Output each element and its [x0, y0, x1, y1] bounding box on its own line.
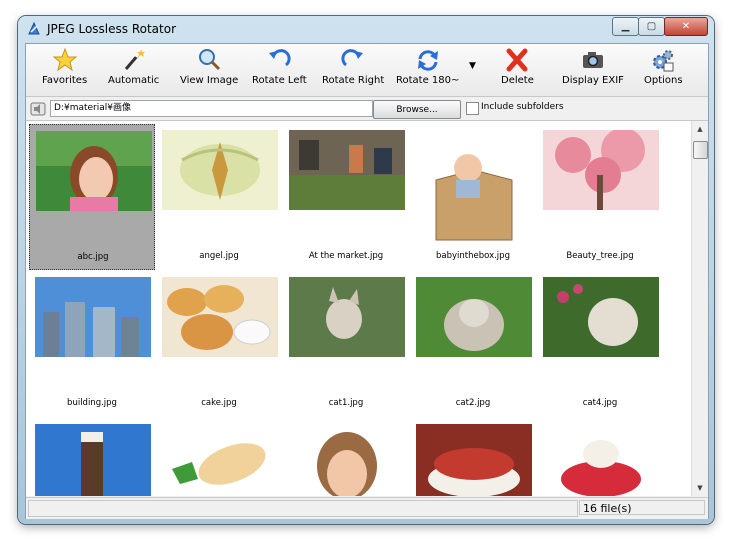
thumbnail-name: cat4.jpg — [582, 398, 618, 408]
rotate-right-label: Rotate Right — [322, 75, 385, 86]
thumbnail-cell[interactable]: abc.jpg — [29, 124, 155, 270]
thumbnail-image — [289, 424, 405, 496]
favorites-button[interactable]: Favorites — [42, 47, 87, 93]
status-bar: 16 file(s) — [26, 497, 708, 519]
thumbnail-name: cat1.jpg — [328, 398, 364, 408]
close-icon: ✕ — [681, 21, 691, 32]
options-gears-icon — [653, 50, 674, 72]
rotate-right-icon — [341, 49, 364, 67]
thumbnail-cell[interactable]: angel.jpg — [156, 124, 282, 270]
app-window: JPEG Lossless Rotator ▁ ▢ ✕ Favorites Au… — [18, 16, 714, 524]
path-bar: D:¥material¥画像 Browse... Include subfold… — [26, 97, 708, 121]
rotate-180-icon — [417, 50, 438, 71]
include-subfolders-label[interactable]: Include subfolders — [481, 102, 564, 112]
include-subfolders-checkbox[interactable] — [466, 102, 479, 115]
thumbnail-name: At the market.jpg — [308, 251, 384, 261]
delete-label: Delete — [501, 75, 534, 86]
title-bar[interactable]: JPEG Lossless Rotator ▁ ▢ ✕ — [18, 16, 714, 42]
thumbnail-cell[interactable]: cat4.jpg — [537, 271, 663, 417]
thumbnail-cell[interactable]: babyinthebox.jpg — [410, 124, 536, 270]
thumbnail-cell[interactable] — [410, 418, 536, 496]
close-button[interactable]: ✕ — [664, 17, 708, 36]
thumbnail-cell[interactable]: cat2.jpg — [410, 271, 536, 417]
thumbnail-image — [162, 130, 278, 210]
thumbnail-name: angel.jpg — [199, 251, 239, 261]
star-icon — [52, 47, 77, 72]
thumbnail-cell[interactable]: building.jpg — [29, 271, 155, 417]
dropdown-arrow-icon: ▼ — [469, 61, 476, 71]
thumbnail-cell[interactable]: Beauty_tree.jpg — [537, 124, 663, 270]
thumbnail-image — [416, 277, 532, 357]
rotate-180-button[interactable]: Rotate 180~ — [396, 47, 459, 93]
thumbnail-image — [543, 424, 659, 496]
thumbnail-image — [162, 424, 278, 496]
delete-x-icon — [506, 48, 528, 72]
thumbnail-cell[interactable]: cake.jpg — [156, 271, 282, 417]
rotate-180-label: Rotate 180~ — [396, 75, 460, 86]
thumbnail-image — [543, 277, 659, 357]
view-image-label: View Image — [180, 75, 239, 86]
minimize-icon: ▁ — [621, 21, 630, 32]
rotate-right-button[interactable]: Rotate Right — [322, 47, 384, 93]
delete-button[interactable]: Delete — [501, 47, 534, 93]
app-rotate-icon — [28, 21, 40, 35]
thumbnail-name: babyinthebox.jpg — [436, 251, 510, 261]
maximize-button[interactable]: ▢ — [638, 17, 665, 36]
thumbnail-name: abc.jpg — [77, 252, 109, 262]
thumbnail-name: cat2.jpg — [455, 398, 491, 408]
thumbnail-cell[interactable] — [283, 418, 409, 496]
maximize-icon: ▢ — [646, 21, 657, 32]
thumbnail-name: Beauty_tree.jpg — [566, 251, 634, 261]
automatic-label: Automatic — [108, 75, 160, 86]
client-area: Favorites Automatic View Image Rotate Le… — [25, 43, 709, 519]
file-count-status: 16 file(s) — [579, 500, 705, 515]
rotate-left-icon — [269, 49, 291, 67]
rotate-left-label: Rotate Left — [252, 75, 307, 86]
vertical-scrollbar[interactable]: ▲ ▼ — [691, 121, 708, 496]
thumbnail-image — [289, 277, 405, 357]
window-title: JPEG Lossless Rotator — [47, 22, 177, 36]
magnifier-icon — [199, 49, 221, 71]
camera-icon — [582, 52, 603, 68]
thumbnail-name: building.jpg — [67, 398, 117, 408]
thumbnail-grid: abc.jpg angel.jpg At the market.jpg baby… — [26, 121, 691, 496]
thumbnail-name: cake.jpg — [201, 398, 237, 408]
thumbnail-image — [36, 131, 152, 211]
automatic-button[interactable]: Automatic — [108, 47, 159, 93]
browse-button[interactable]: Browse... — [373, 100, 461, 119]
favorites-label: Favorites — [42, 75, 88, 86]
options-button[interactable]: Options — [644, 47, 683, 93]
magic-wand-icon — [124, 49, 145, 70]
rotate-left-button[interactable]: Rotate Left — [252, 47, 307, 93]
thumbnail-cell[interactable] — [29, 418, 155, 496]
thumbnail-image — [35, 277, 151, 357]
thumbnail-image — [416, 130, 532, 246]
display-exif-button[interactable]: Display EXIF — [562, 47, 624, 93]
minimize-button[interactable]: ▁ — [612, 17, 639, 36]
thumbnail-cell[interactable]: cat1.jpg — [283, 271, 409, 417]
path-input[interactable]: D:¥material¥画像 — [50, 100, 373, 117]
scroll-up-arrow-icon[interactable]: ▲ — [692, 121, 708, 137]
scroll-down-arrow-icon[interactable]: ▼ — [692, 480, 708, 496]
view-image-button[interactable]: View Image — [180, 47, 238, 93]
scroll-thumb[interactable] — [693, 141, 708, 159]
folder-speaker-icon — [30, 102, 46, 116]
toolbar: Favorites Automatic View Image Rotate Le… — [26, 44, 708, 97]
status-panel-main — [28, 500, 578, 517]
thumbnail-image — [543, 130, 659, 210]
thumbnail-image — [35, 424, 151, 496]
thumbnail-cell[interactable] — [537, 418, 663, 496]
thumbnail-image — [162, 277, 278, 357]
thumbnail-cell[interactable]: At the market.jpg — [283, 124, 409, 270]
options-label: Options — [644, 75, 683, 86]
thumbnail-image — [289, 130, 405, 210]
thumbnail-cell[interactable] — [156, 418, 282, 496]
thumbnail-image — [416, 424, 532, 496]
display-exif-label: Display EXIF — [562, 75, 624, 86]
